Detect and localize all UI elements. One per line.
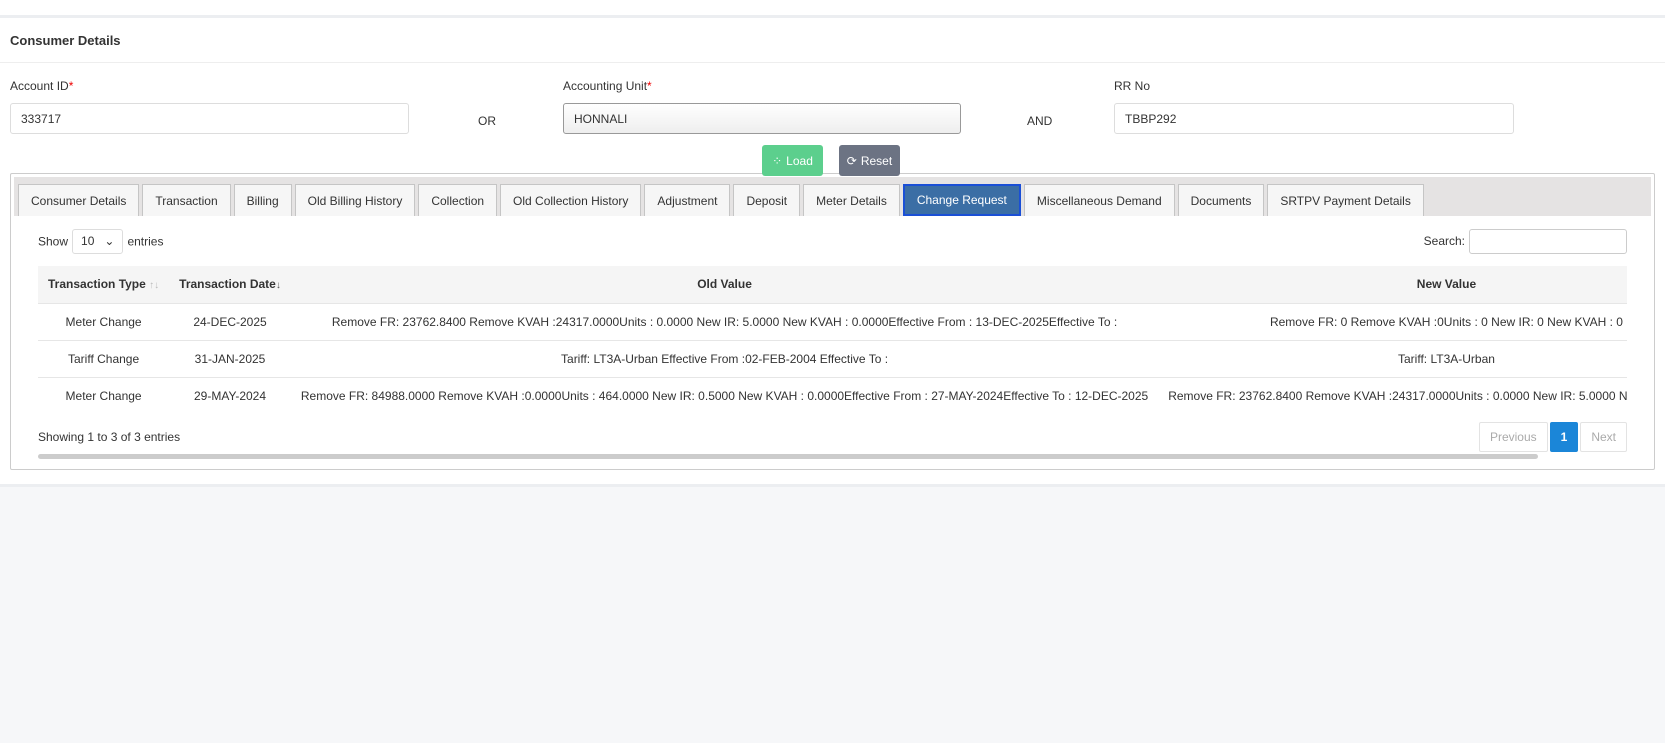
tab-transaction[interactable]: Transaction — [142, 184, 231, 216]
length-control: Show 10 ⌄ entries — [38, 228, 164, 254]
change-request-table: Transaction Type ↑↓ Transaction Date↓ Ol… — [38, 266, 1627, 414]
search-form: Account ID* 333717 OR Accounting Unit* H… — [0, 63, 1665, 176]
page-1-button[interactable]: 1 — [1549, 422, 1579, 452]
tab-collection[interactable]: Collection — [418, 184, 498, 216]
cell-date: 29-MAY-2024 — [169, 376, 291, 414]
cell-date: 24-DEC-2025 — [169, 302, 291, 340]
tab-srtpv-payment-details[interactable]: SRTPV Payment Details — [1267, 184, 1424, 216]
entries-label: entries — [127, 234, 164, 248]
show-label: Show — [38, 234, 69, 248]
cell-old-value: Remove FR: 23762.8400 Remove KVAH :24317… — [290, 302, 1159, 340]
refresh-icon: ⟳ — [846, 153, 857, 168]
header-old-value[interactable]: Old Value — [290, 266, 1159, 303]
tab-bar: Consumer Details Transaction Billing Old Bi… — [14, 177, 1651, 216]
search-input[interactable] — [1469, 228, 1627, 254]
tab-consumer-details[interactable]: Consumer Details — [18, 184, 140, 216]
account-id-input[interactable]: 333717 — [10, 103, 409, 134]
chevron-down-icon: ⌄ — [104, 234, 115, 248]
tab-miscellaneous-demand[interactable]: Miscellaneous Demand — [1023, 184, 1175, 216]
tab-old-billing-history[interactable]: Old Billing History — [294, 184, 416, 216]
tab-deposit[interactable]: Deposit — [733, 184, 801, 216]
cell-old-value: Remove FR: 84988.0000 Remove KVAH :0.000… — [290, 376, 1159, 414]
account-id-label: Account ID* — [10, 79, 74, 93]
tab-adjustment[interactable]: Adjustment — [644, 184, 731, 216]
search-label: Search: — [1423, 234, 1465, 248]
cell-date: 31-JAN-2025 — [169, 339, 291, 377]
cell-type: Tariff Change — [38, 339, 170, 377]
top-bar — [0, 0, 1665, 18]
search-control: Search: — [1423, 228, 1627, 254]
header-new-value[interactable]: New Value — [1158, 266, 1627, 303]
page-length-value: 10 — [81, 234, 95, 248]
rr-no-label: RR No — [1114, 79, 1151, 93]
sort-icon: ↑↓ — [149, 280, 160, 292]
tabs-panel: Consumer Details Transaction Billing Old Bi… — [10, 173, 1655, 470]
load-button[interactable]: ⁘ Load — [762, 145, 823, 176]
table-row: Meter Change 29-MAY-2024 Remove FR: 84988.… — [38, 376, 1627, 414]
tab-documents[interactable]: Documents — [1177, 184, 1265, 216]
cell-type: Meter Change — [38, 302, 170, 340]
table-row: Meter Change 24-DEC-2025 Remove FR: 23762.… — [38, 302, 1627, 340]
rr-no-input[interactable]: TBBP292 — [1114, 103, 1514, 134]
load-label: Load — [786, 153, 813, 168]
consumer-details-card: Consumer Details Account ID* 333717 OR A… — [0, 18, 1665, 487]
tab-billing[interactable]: Billing — [233, 184, 292, 216]
cell-old-value: Tariff: LT3A-Urban Effective From :02-FE… — [290, 339, 1159, 377]
tab-old-collection-history[interactable]: Old Collection History — [500, 184, 642, 216]
table-row: Tariff Change 31-JAN-2025 Tariff: LT3A-Urb… — [38, 339, 1627, 377]
tab-meter-details[interactable]: Meter Details — [803, 184, 900, 216]
header-transaction-date[interactable]: Transaction Date↓ — [169, 266, 291, 303]
section-title: Consumer Details — [0, 18, 1665, 63]
table-info: Showing 1 to 3 of 3 entries — [38, 430, 181, 444]
next-button[interactable]: Next — [1580, 422, 1627, 452]
page-length-select[interactable]: 10 ⌄ — [72, 228, 124, 254]
and-label: AND — [1027, 114, 1053, 128]
accounting-unit-label: Accounting Unit* — [563, 79, 652, 93]
horizontal-scrollbar[interactable] — [38, 454, 1538, 459]
previous-button[interactable]: Previous — [1478, 422, 1548, 452]
or-label: OR — [478, 114, 496, 128]
cell-new-value: Tariff: LT3A-Urban — [1158, 339, 1627, 377]
spinner-icon: ⁘ — [772, 153, 783, 168]
reset-label: Reset — [860, 153, 893, 168]
cell-new-value: Remove FR: 0 Remove KVAH :0Units : 0 New… — [1158, 302, 1627, 340]
header-transaction-type[interactable]: Transaction Type ↑↓ — [38, 266, 170, 303]
sort-desc-icon: ↓ — [275, 280, 281, 292]
cell-type: Meter Change — [38, 376, 170, 414]
pagination: Previous 1 Next — [1478, 422, 1627, 452]
reset-button[interactable]: ⟳ Reset — [839, 145, 900, 176]
cell-new-value: Remove FR: 23762.8400 Remove KVAH :24317… — [1158, 376, 1627, 414]
tab-change-request[interactable]: Change Request — [902, 184, 1021, 216]
accounting-unit-select[interactable]: HONNALI — [563, 103, 961, 134]
